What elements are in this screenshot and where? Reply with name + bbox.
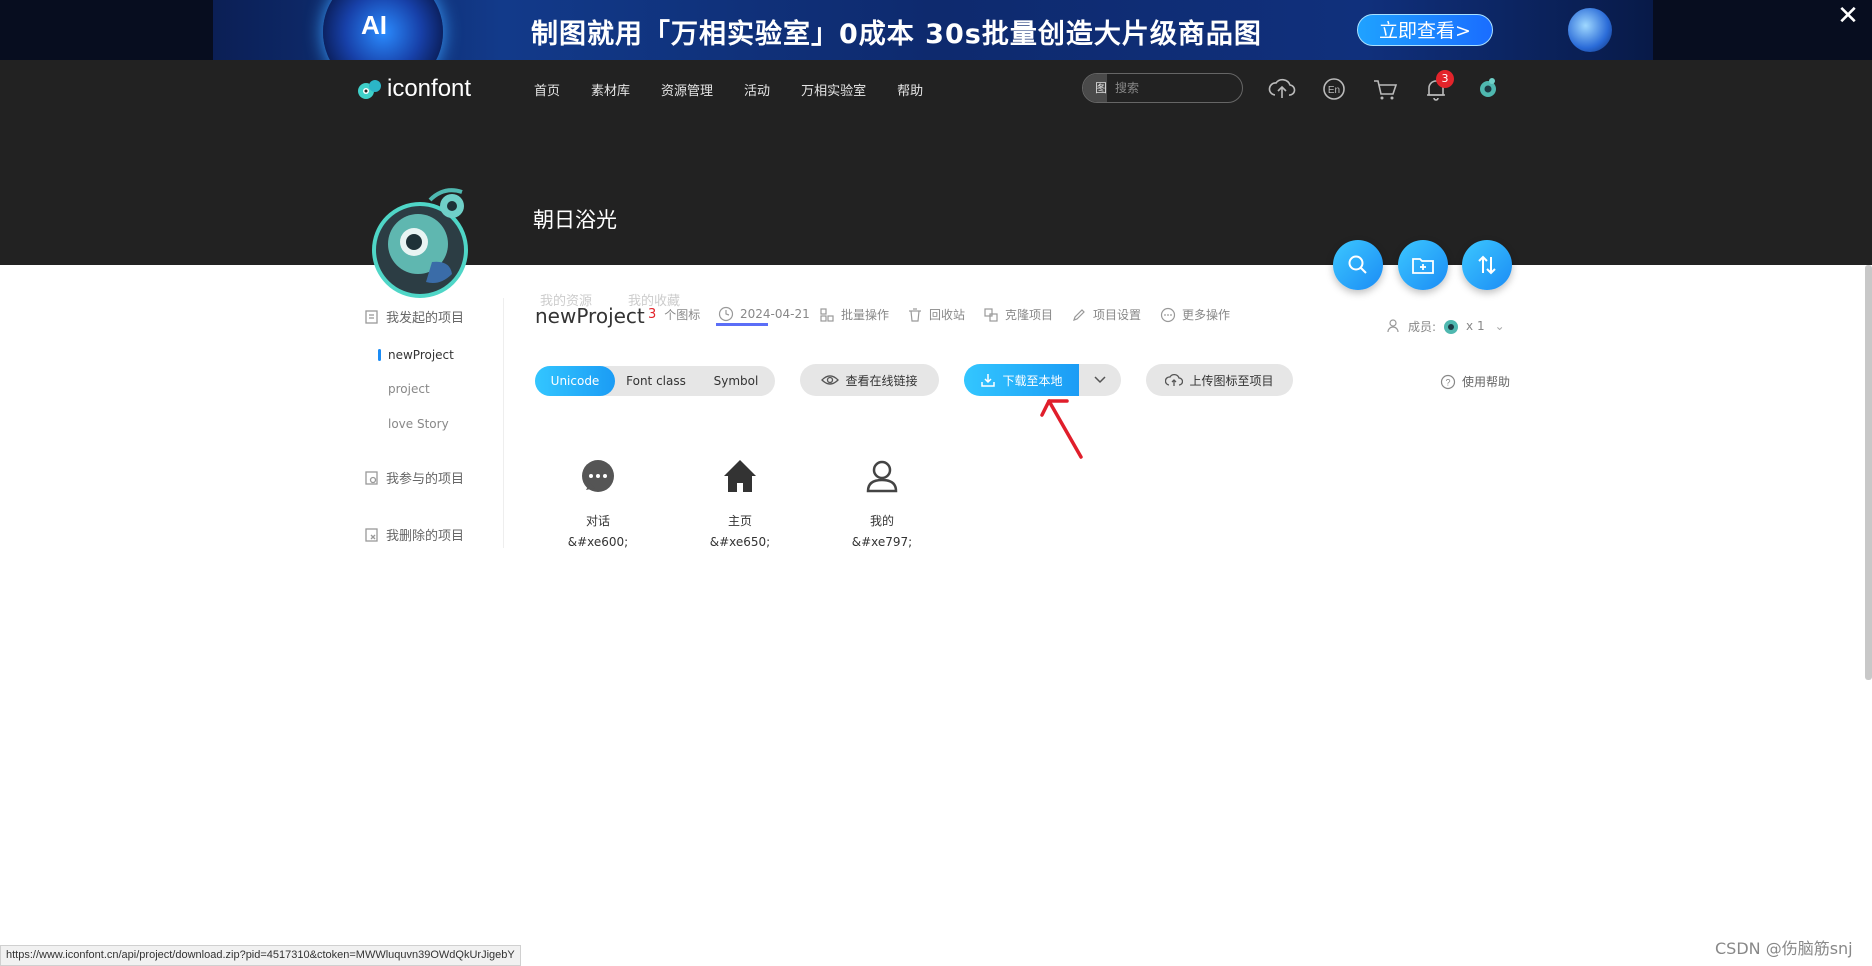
sidebar-item-love-story[interactable]: love Story bbox=[388, 417, 449, 431]
usage-help-link[interactable]: ? 使用帮助 bbox=[1440, 373, 1510, 390]
project-deleted-icon bbox=[365, 527, 378, 542]
close-icon[interactable]: ✕ bbox=[1834, 2, 1862, 30]
promo-banner[interactable]: AI 制图就用「万相实验室」0成本 30s批量创造大片级商品图 立即查看> ✕ bbox=[0, 0, 1872, 60]
icon-code: &#xe600; bbox=[567, 535, 629, 549]
download-local-button[interactable]: 下载至本地 bbox=[964, 364, 1079, 396]
download-icon bbox=[981, 374, 996, 387]
main-nav: 首页 素材库 资源管理 活动 万相实验室 帮助 bbox=[534, 80, 954, 99]
home-icon bbox=[724, 460, 756, 492]
edit-pencil-icon bbox=[1073, 308, 1085, 321]
search-type-select[interactable]: 图标 ⌄ bbox=[1083, 74, 1108, 102]
sort-icon bbox=[1478, 255, 1496, 275]
add-folder-icon bbox=[1412, 258, 1434, 274]
mode-font-class[interactable]: Font class bbox=[615, 366, 697, 396]
icon-code: &#xe650; bbox=[709, 535, 771, 549]
cart-icon[interactable] bbox=[1371, 76, 1399, 102]
view-online-link-button[interactable]: 查看在线链接 bbox=[800, 364, 939, 396]
project-title: newProject bbox=[535, 304, 645, 328]
icon-card-home[interactable]: 主页 &#xe650; bbox=[680, 458, 800, 549]
icon-count: 3 个图标 bbox=[648, 307, 701, 322]
sidebar-item-project[interactable]: project bbox=[388, 382, 430, 396]
icon-code: &#xe797; bbox=[851, 535, 913, 549]
nav-wanxiang-lab[interactable]: 万相实验室 bbox=[801, 80, 866, 99]
upload-cloud-icon bbox=[1165, 373, 1184, 386]
batch-icon bbox=[820, 307, 834, 322]
watermark: CSDN @伤脑筋snj bbox=[1715, 939, 1853, 958]
profile-avatar bbox=[372, 188, 468, 298]
eye-icon bbox=[821, 375, 840, 385]
nav-activity[interactable]: 活动 bbox=[744, 80, 770, 99]
fab-search-button[interactable] bbox=[1333, 240, 1383, 290]
project-sidebar: 我发起的项目 newProject project love Story 我参与… bbox=[364, 298, 504, 548]
upload-cloud-icon[interactable] bbox=[1268, 76, 1296, 102]
fab-add-folder-button[interactable] bbox=[1398, 240, 1448, 290]
promo-banner-image[interactable]: AI 制图就用「万相实验室」0成本 30s批量创造大片级商品图 立即查看> bbox=[213, 0, 1653, 60]
mode-symbol[interactable]: Symbol bbox=[697, 366, 775, 396]
chevron-down-icon: ⌄ bbox=[1494, 319, 1505, 333]
project-search-icon bbox=[365, 470, 378, 485]
nav-home[interactable]: 首页 bbox=[534, 80, 560, 99]
recycle-bin-link[interactable]: 回收站 bbox=[907, 306, 965, 323]
help-circle-icon: ? bbox=[1440, 374, 1456, 389]
clock-icon bbox=[718, 306, 734, 322]
search-input[interactable] bbox=[1107, 74, 1242, 102]
sidebar-started-projects[interactable]: 我发起的项目 bbox=[364, 307, 464, 326]
clone-project-link[interactable]: 克隆项目 bbox=[983, 306, 1053, 323]
annotation-arrow bbox=[1040, 399, 1083, 459]
more-actions-link[interactable]: 更多操作 bbox=[1160, 306, 1230, 323]
icon-name: 对话 bbox=[585, 514, 610, 528]
icon-name: 我的 bbox=[869, 514, 894, 528]
sidebar-deleted-projects[interactable]: 我删除的项目 bbox=[364, 525, 464, 544]
svg-text:En: En bbox=[1328, 85, 1340, 96]
download-options-button[interactable] bbox=[1079, 364, 1121, 396]
icon-card-chat[interactable]: 对话 &#xe600; bbox=[538, 458, 658, 549]
project-date: 2024-04-21 bbox=[718, 306, 810, 322]
header-search: 图标 ⌄ bbox=[1082, 73, 1243, 103]
iconfont-logo[interactable]: iconfont bbox=[357, 75, 471, 103]
search-icon bbox=[1348, 255, 1367, 274]
nav-resources[interactable]: 资源管理 bbox=[661, 80, 713, 99]
fab-sort-button[interactable] bbox=[1462, 240, 1512, 290]
sidebar-item-newproject[interactable]: newProject bbox=[388, 348, 454, 362]
page-scrollbar[interactable] bbox=[1865, 265, 1872, 680]
svg-text:?: ? bbox=[1445, 377, 1450, 387]
profile-name: 朝日浴光 bbox=[533, 208, 617, 232]
batch-operation-link[interactable]: 批量操作 bbox=[819, 306, 889, 323]
language-en-icon[interactable]: En bbox=[1320, 76, 1348, 102]
globe-graphic bbox=[1568, 8, 1612, 52]
download-group: 下载至本地 bbox=[964, 364, 1121, 396]
chat-bubble-icon bbox=[582, 460, 614, 492]
project-members[interactable]: 成员: x 1 ⌄ bbox=[1386, 316, 1505, 336]
user-icon bbox=[866, 460, 898, 493]
user-avatar-icon[interactable] bbox=[1477, 76, 1499, 100]
chevron-down-icon bbox=[1094, 376, 1106, 384]
project-list-icon bbox=[365, 309, 378, 324]
status-bar-url: https://www.iconfont.cn/api/project/down… bbox=[0, 945, 521, 966]
promo-banner-text: 制图就用「万相实验室」0成本 30s批量创造大片级商品图 bbox=[531, 19, 1262, 50]
trash-icon bbox=[909, 307, 921, 322]
code-mode-switch: Unicode Font class Symbol bbox=[535, 366, 775, 396]
icon-card-mine[interactable]: 我的 &#xe797; bbox=[822, 458, 942, 549]
members-icon bbox=[1387, 319, 1399, 333]
clone-icon bbox=[984, 307, 998, 322]
chameleon-logo-icon bbox=[358, 80, 381, 99]
promo-view-now-button[interactable]: 立即查看> bbox=[1357, 14, 1493, 46]
sidebar-joined-projects[interactable]: 我参与的项目 bbox=[364, 468, 464, 487]
ai-orb-graphic: AI bbox=[323, 0, 443, 60]
project-settings-link[interactable]: 项目设置 bbox=[1071, 306, 1141, 323]
nav-help[interactable]: 帮助 bbox=[897, 80, 923, 99]
icon-name: 主页 bbox=[727, 514, 752, 528]
nav-library[interactable]: 素材库 bbox=[591, 80, 630, 99]
upload-icons-button[interactable]: 上传图标至项目 bbox=[1146, 364, 1293, 396]
active-project-indicator bbox=[378, 349, 381, 361]
notification-badge: 3 bbox=[1436, 70, 1454, 88]
mode-unicode[interactable]: Unicode bbox=[535, 366, 615, 396]
member-avatar bbox=[1444, 320, 1459, 334]
logo-text: iconfont bbox=[387, 75, 472, 102]
site-header: iconfont 首页 素材库 资源管理 活动 万相实验室 帮助 图标 ⌄ En… bbox=[0, 60, 1872, 326]
more-dots-icon bbox=[1160, 307, 1176, 322]
